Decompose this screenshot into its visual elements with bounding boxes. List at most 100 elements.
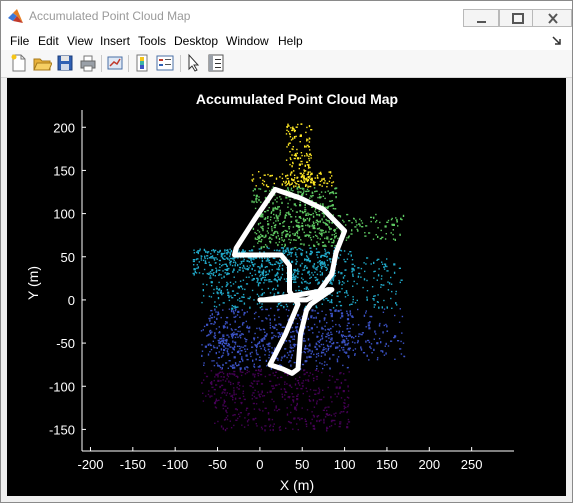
cloud-point <box>256 397 258 399</box>
cloud-point <box>337 271 340 274</box>
cloud-point <box>390 297 392 300</box>
open-folder-icon[interactable] <box>32 53 52 73</box>
cloud-point <box>343 410 345 413</box>
save-icon[interactable] <box>55 53 75 73</box>
cloud-point <box>323 421 325 424</box>
menu-file[interactable]: File <box>10 34 29 48</box>
cloud-point <box>256 346 258 349</box>
menu-view[interactable]: View <box>67 34 93 48</box>
cloud-point <box>294 278 297 280</box>
cloud-point <box>265 274 267 276</box>
cloud-point <box>341 347 343 349</box>
cloud-point <box>201 344 203 346</box>
minimize-button[interactable] <box>463 9 499 27</box>
cloud-point <box>303 170 306 172</box>
cloud-point <box>324 266 327 268</box>
cloud-point <box>265 359 268 362</box>
cloud-point <box>340 312 344 315</box>
insert-colorbar-icon[interactable] <box>132 53 152 73</box>
menu-tools[interactable]: Tools <box>138 34 166 48</box>
cloud-point <box>319 362 321 364</box>
insert-legend-icon[interactable] <box>155 53 175 73</box>
cloud-point <box>352 349 354 351</box>
cloud-point <box>379 221 381 224</box>
cloud-point <box>292 210 294 212</box>
cloud-point <box>332 354 335 356</box>
cloud-point <box>309 153 311 155</box>
cloud-point <box>291 354 293 357</box>
cloud-point <box>307 379 309 382</box>
cloud-point <box>292 161 294 164</box>
cloud-point <box>258 359 261 361</box>
cloud-point <box>276 357 279 360</box>
cloud-point <box>296 188 299 190</box>
cloud-point <box>232 414 234 417</box>
cloud-point <box>317 392 319 395</box>
cloud-point <box>231 297 234 299</box>
cloud-point <box>336 330 338 333</box>
cloud-point <box>226 273 228 276</box>
cloud-point <box>211 386 214 389</box>
cloud-point <box>329 238 332 240</box>
menu-window[interactable]: Window <box>226 34 269 48</box>
menu-help[interactable]: Help <box>278 34 303 48</box>
cloud-point <box>251 174 254 176</box>
cloud-point <box>208 317 211 320</box>
cloud-point <box>229 281 232 284</box>
cloud-point <box>347 404 350 406</box>
cloud-point <box>249 250 251 252</box>
cloud-point <box>329 177 331 179</box>
cloud-point <box>264 217 267 220</box>
cloud-point <box>205 375 209 378</box>
cloud-point <box>279 335 281 337</box>
title-bar[interactable]: Accumulated Point Cloud Map <box>1 1 572 31</box>
cloud-point <box>309 372 311 374</box>
cloud-point <box>277 276 279 278</box>
cloud-point <box>226 326 229 329</box>
cloud-point <box>339 349 341 352</box>
menu-insert[interactable]: Insert <box>100 34 130 48</box>
cloud-point <box>313 187 316 189</box>
cloud-point <box>296 395 299 397</box>
cloud-point <box>271 269 273 271</box>
cloud-point <box>217 292 219 295</box>
cloud-point <box>257 366 260 368</box>
cloud-point <box>251 289 254 292</box>
edit-plot-pointer-icon[interactable] <box>184 53 204 73</box>
cloud-point <box>400 279 403 281</box>
cloud-point <box>277 377 279 379</box>
cloud-point <box>246 348 249 350</box>
cloud-point <box>281 273 284 276</box>
cloud-point <box>305 280 307 283</box>
close-button[interactable] <box>532 9 572 27</box>
cloud-point <box>368 322 371 324</box>
menu-desktop[interactable]: Desktop <box>174 34 218 48</box>
cloud-point <box>289 231 291 233</box>
menu-edit[interactable]: Edit <box>38 34 59 48</box>
cloud-point <box>218 332 221 334</box>
dock-arrow-icon[interactable] <box>552 35 562 45</box>
maximize-button[interactable] <box>499 9 535 27</box>
cloud-point <box>290 356 292 359</box>
cloud-point <box>384 238 387 240</box>
cloud-point <box>196 267 198 270</box>
cloud-point <box>278 206 280 208</box>
cloud-point <box>351 270 354 272</box>
new-figure-icon[interactable] <box>9 53 29 73</box>
cloud-point <box>202 289 204 292</box>
cloud-point <box>273 213 275 216</box>
property-inspector-icon[interactable] <box>206 53 226 73</box>
cloud-point <box>315 356 318 358</box>
cloud-point <box>302 278 304 281</box>
cloud-point <box>297 180 300 182</box>
link-plot-icon[interactable] <box>105 53 125 73</box>
cloud-point <box>308 349 311 351</box>
cloud-point <box>244 417 246 419</box>
cloud-point <box>316 326 318 328</box>
cloud-point <box>232 383 234 385</box>
cloud-point <box>267 223 270 226</box>
print-icon[interactable] <box>78 53 98 73</box>
cloud-point <box>222 335 225 338</box>
cloud-point <box>329 259 331 261</box>
cloud-point <box>318 214 320 216</box>
